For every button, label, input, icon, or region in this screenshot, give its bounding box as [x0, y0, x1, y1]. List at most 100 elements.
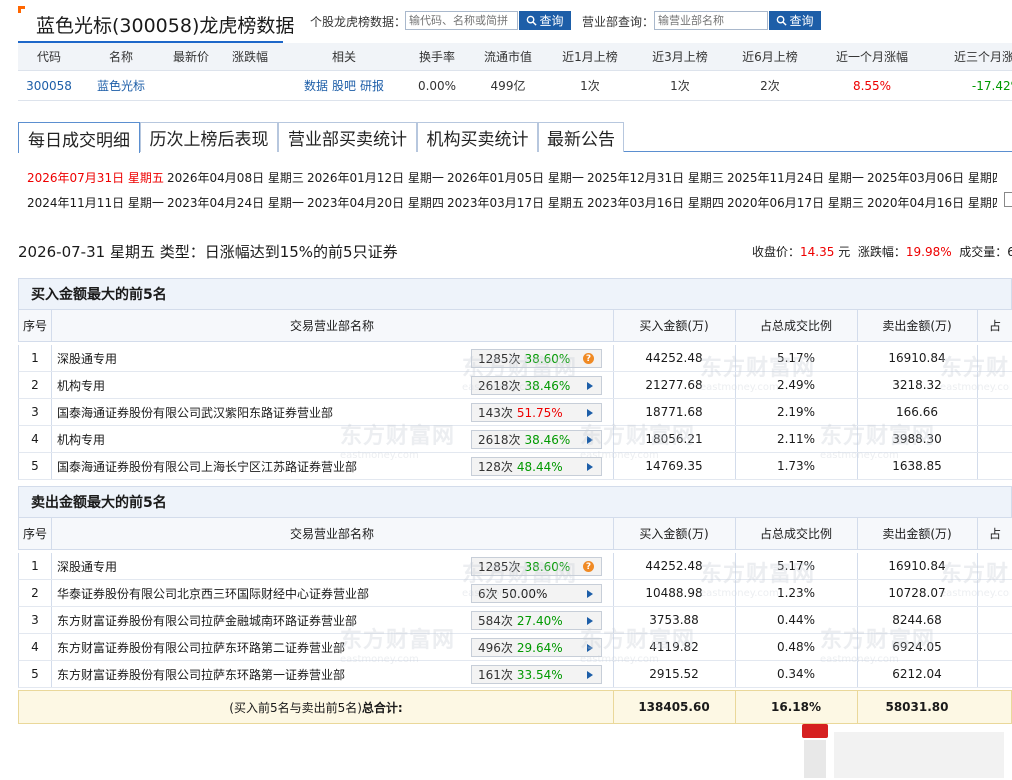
dept-name-link[interactable]: 国泰海通证券股份有限公司武汉紫阳东路证券营业部: [57, 399, 467, 425]
arrow-right-icon[interactable]: [587, 644, 593, 652]
record-pct: 27.40%: [516, 613, 563, 628]
dept-record-badge[interactable]: 1285次 38.60%?: [471, 349, 602, 368]
stock-code-link[interactable]: 300058: [18, 71, 80, 100]
total-label-prefix: (买入前5名与卖出前5名): [229, 700, 362, 715]
date-link[interactable]: 2020年04月16日 星期四: [867, 194, 997, 211]
summary-title: 2026-07-31 星期五 类型：日涨幅达到15%的前5只证券: [18, 243, 398, 261]
row-no: 2: [31, 586, 39, 600]
date-link[interactable]: 2025年11月24日 星期一: [727, 169, 864, 186]
date-link[interactable]: 2020年06月17日 星期三: [727, 194, 864, 211]
dept-name-link[interactable]: 东方财富证券股份有限公司拉萨金融城南环路证券营业部: [57, 607, 467, 633]
volume-label: 成交量：: [959, 245, 1008, 259]
dept-record-badge[interactable]: 1285次 38.60%?: [471, 557, 602, 576]
row-no: 3: [31, 405, 39, 419]
dept-name-link[interactable]: 东方财富证券股份有限公司拉萨东环路第一证券营业部: [57, 661, 467, 687]
record-pct: 50.00%: [501, 586, 548, 601]
date-link[interactable]: 2023年04月20日 星期四: [307, 194, 444, 211]
total-ratio: 16.18%: [771, 700, 821, 714]
date-link[interactable]: 2023年03月17日 星期五: [447, 194, 584, 211]
stock-search-input[interactable]: [405, 11, 518, 30]
header-m6: 近6月上榜: [742, 50, 798, 64]
arrow-right-icon[interactable]: [587, 409, 593, 417]
m1-count: 1次: [580, 79, 600, 93]
date-link[interactable]: 2025年12月31日 星期三: [587, 169, 724, 186]
turnover-value: 0.00%: [417, 78, 457, 93]
record-times: 161次: [478, 668, 513, 682]
tab-latest-notice[interactable]: 最新公告: [538, 122, 624, 152]
dept-record-badge[interactable]: 143次 51.75%: [471, 403, 602, 422]
m3-count: 1次: [670, 79, 690, 93]
table-row: 3 国泰海通证券股份有限公司武汉紫阳东路证券营业部 143次 51.75% 18771.…: [18, 399, 1012, 426]
row-no: 5: [31, 667, 39, 681]
dept-name-link[interactable]: 东方财富证券股份有限公司拉萨东环路第二证券营业部: [57, 634, 467, 660]
sell-amount: 6924.05: [892, 640, 942, 654]
date-link[interactable]: 2026年01月12日 星期一: [307, 169, 444, 186]
dept-record-badge[interactable]: 128次 48.44%: [471, 457, 602, 476]
stock-search-button[interactable]: 查询: [519, 11, 571, 30]
sell-amount: 8244.68: [892, 613, 942, 627]
dept-record-badge[interactable]: 161次 33.54%: [471, 665, 602, 684]
buy-amount: 14769.35: [645, 459, 703, 473]
question-icon[interactable]: ?: [583, 353, 594, 364]
dept-record-badge[interactable]: 496次 29.64%: [471, 638, 602, 657]
col-dept: 交易营业部名称: [289, 319, 374, 333]
ratio-value: 0.48%: [776, 640, 816, 654]
date-link[interactable]: 2025年03月06日 星期四: [867, 169, 997, 186]
data-link[interactable]: 数据: [304, 77, 328, 94]
tab-dept-stats[interactable]: 营业部买卖统计: [278, 122, 417, 152]
dept-name-link[interactable]: 国泰海通证券股份有限公司上海长宁区江苏路证券营业部: [57, 453, 467, 479]
header-related: 相关: [331, 50, 356, 64]
stock-name-link[interactable]: 蓝色光标: [80, 71, 162, 100]
total-buy: 138405.60: [638, 700, 710, 714]
date-link[interactable]: 2024年11月11日 星期一: [27, 194, 164, 211]
sell-amount: 16910.84: [888, 351, 946, 365]
arrow-right-icon[interactable]: [587, 617, 593, 625]
tab-institution-stats[interactable]: 机构买卖统计: [417, 122, 538, 152]
date-link[interactable]: 2026年01月05日 星期一: [447, 169, 584, 186]
date-link-active[interactable]: 2026年07月31日 星期五: [27, 169, 164, 186]
dept-name-link[interactable]: 机构专用: [57, 426, 467, 452]
record-pct: 38.46%: [524, 432, 571, 447]
dept-name-link[interactable]: 机构专用: [57, 372, 467, 398]
col-buy: 买入金额(万): [639, 527, 709, 541]
search-icon: [777, 15, 788, 26]
arrow-right-icon[interactable]: [587, 590, 593, 598]
arrow-right-icon[interactable]: [587, 671, 593, 679]
dept-search-input[interactable]: [654, 11, 768, 30]
dept-name-link[interactable]: 华泰证券股份有限公司北京西三环国际财经中心证券营业部: [57, 580, 467, 606]
arrow-right-icon[interactable]: [587, 463, 593, 471]
date-link[interactable]: 2023年04月24日 星期一: [167, 194, 304, 211]
total-sell: 58031.80: [885, 700, 949, 714]
arrow-right-icon[interactable]: [587, 382, 593, 390]
question-icon[interactable]: ?: [583, 561, 594, 572]
header-rise3: 近三个月涨: [954, 50, 1012, 64]
table-row: 1 深股通专用 1285次 38.60%? 44252.48 5.17% 16910.84: [18, 553, 1012, 580]
tab-daily-detail[interactable]: 每日成交明细: [18, 122, 140, 153]
ratio-value: 2.11%: [776, 432, 816, 446]
header-m3: 近3月上榜: [652, 50, 708, 64]
header-latest: 最新价: [172, 50, 209, 64]
stock-info-header: 代码 名称 最新价 涨跌幅 相关 换手率 流通市值 近1月上榜 近3月上榜 近6…: [18, 43, 1012, 71]
row-no: 4: [31, 432, 39, 446]
page-title: 蓝色光标(300058)龙虎榜数据: [36, 15, 295, 37]
change-value: 19.98%: [905, 245, 952, 259]
ratio-value: 1.23%: [776, 586, 816, 600]
total-row: (买入前5名与卖出前5名) 总合计: 138405.60 16.18% 58031…: [18, 690, 1012, 724]
dept-record-badge[interactable]: 2618次 38.46%: [471, 430, 602, 449]
record-pct: 51.75%: [516, 405, 563, 420]
dept-record-badge[interactable]: 2618次 38.46%: [471, 376, 602, 395]
dept-record-badge[interactable]: 6次 50.00%: [471, 584, 602, 603]
report-link[interactable]: 研报: [360, 77, 384, 94]
more-dates-button[interactable]: [1004, 192, 1012, 207]
rise1-value: 8.55%: [852, 78, 892, 93]
guba-link[interactable]: 股吧: [332, 77, 356, 94]
tab-history-performance[interactable]: 历次上榜后表现: [140, 122, 278, 152]
dept-search-button[interactable]: 查询: [769, 11, 821, 30]
date-link[interactable]: 2023年03月16日 星期四: [587, 194, 724, 211]
arrow-right-icon[interactable]: [587, 436, 593, 444]
date-link[interactable]: 2026年04月08日 星期三: [167, 169, 304, 186]
dept-name-link[interactable]: 深股通专用: [57, 553, 467, 579]
table-row: 5 国泰海通证券股份有限公司上海长宁区江苏路证券营业部 128次 48.44% 1476…: [18, 453, 1012, 480]
dept-record-badge[interactable]: 584次 27.40%: [471, 611, 602, 630]
dept-name-link[interactable]: 深股通专用: [57, 345, 467, 371]
